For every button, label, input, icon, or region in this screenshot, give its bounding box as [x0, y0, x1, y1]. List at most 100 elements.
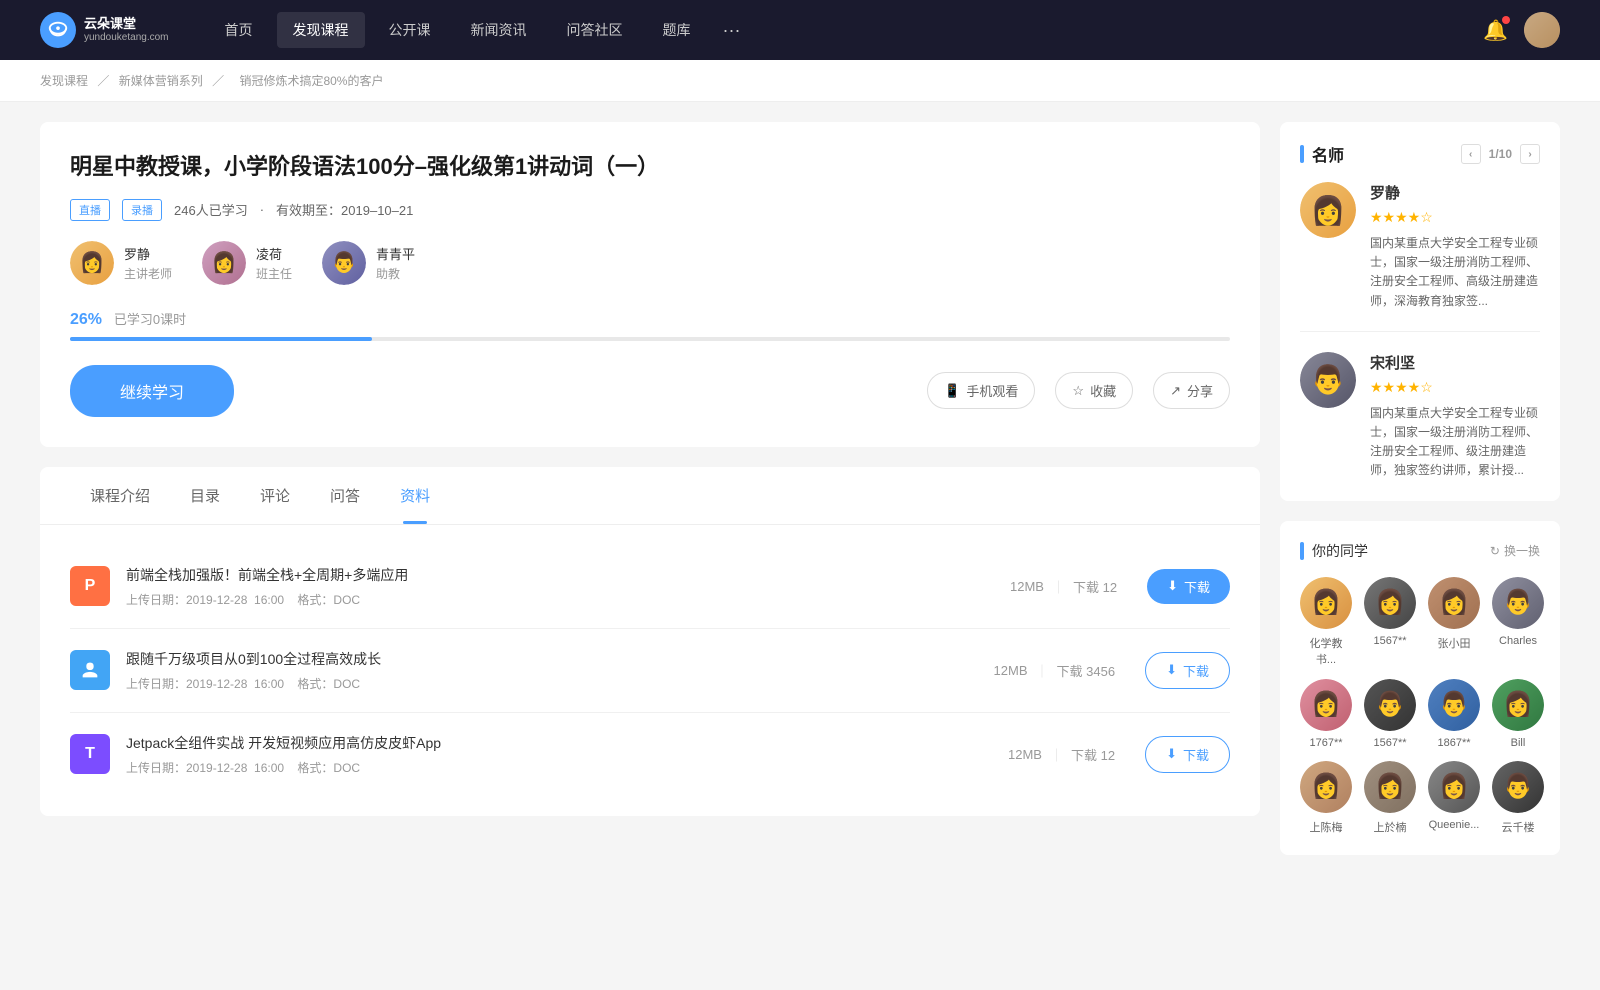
tab-qa[interactable]: 问答 [310, 467, 380, 524]
mobile-icon: 📱 [944, 383, 960, 399]
panel-title-bar [1300, 145, 1304, 163]
resource-stats-2: 12MB ｜ 下载 12 [1008, 745, 1115, 764]
panel-label-students: 你的同学 [1312, 541, 1368, 561]
teacher-info-1: 凌荷 班主任 [256, 244, 292, 282]
student-name-8: 上陈梅 [1310, 819, 1343, 835]
user-avatar[interactable] [1524, 12, 1560, 48]
panel-teacher-info-0: 罗静 ★★★★☆ 国内某重点大学安全工程专业硕士，国家一级注册消防工程师、注册安… [1370, 182, 1540, 311]
breadcrumb-link-discover[interactable]: 发现课程 [40, 74, 88, 88]
student-avatar-1: 👩 [1364, 577, 1416, 629]
content-left: 明星中教授课，小学阶段语法100分–强化级第1讲动词（一） 直播 录播 246人… [40, 122, 1260, 875]
teacher-avatar-1: 👩 [202, 241, 246, 285]
download-icon-0: ⬇ [1167, 578, 1178, 594]
tab-comment[interactable]: 评论 [240, 467, 310, 524]
tab-resources[interactable]: 资料 [380, 467, 450, 524]
resource-info-0: 前端全栈加强版！前端全栈+全周期+多端应用 上传日期：2019-12-28 16… [126, 565, 980, 608]
teacher-name-1: 凌荷 [256, 244, 292, 263]
pagination-next[interactable]: › [1520, 144, 1540, 164]
nav-more[interactable]: ··· [715, 12, 749, 49]
teacher-name-0: 罗静 [124, 244, 172, 263]
action-buttons: 📱 手机观看 ☆ 收藏 ↗ 分享 [927, 372, 1230, 409]
collect-button[interactable]: ☆ 收藏 [1055, 372, 1133, 409]
teacher-info-0: 罗静 主讲老师 [124, 244, 172, 282]
download-button-2[interactable]: ⬇ 下载 [1145, 736, 1230, 773]
student-avatar-3: 👨 [1492, 577, 1544, 629]
student-11: 👨 云千楼 [1492, 761, 1544, 835]
breadcrumb-current: 销冠修炼术搞定80%的客户 [239, 74, 383, 88]
header-left: 云朵课堂 yundouketang.com 首页 发现课程 公开课 新闻资讯 问… [40, 12, 749, 49]
student-avatar-10: 👩 [1428, 761, 1480, 813]
download-button-1[interactable]: ⬇ 下载 [1145, 652, 1230, 689]
course-valid: 有效期至：2019–10–21 [276, 200, 413, 219]
logo-text: 云朵课堂 yundouketang.com [84, 16, 169, 44]
panel-teacher-info-1: 宋利坚 ★★★★☆ 国内某重点大学安全工程专业硕士，国家一级注册消防工程师、注册… [1370, 352, 1540, 481]
student-1: 👩 1567** [1364, 577, 1416, 667]
panel-title-teachers: 名师 ‹ 1/10 › [1300, 142, 1540, 166]
student-4: 👩 1767** [1300, 679, 1352, 749]
nav-discover[interactable]: 发现课程 [277, 12, 365, 48]
student-name-3: Charles [1499, 635, 1537, 647]
tab-intro[interactable]: 课程介绍 [70, 467, 170, 524]
logo[interactable]: 云朵课堂 yundouketang.com [40, 12, 169, 48]
resource-stats-1: 12MB ｜ 下载 3456 [994, 661, 1116, 680]
student-3: 👨 Charles [1492, 577, 1544, 667]
refresh-students-button[interactable]: ↻ 换一换 [1490, 542, 1540, 559]
teacher-role-1: 班主任 [256, 265, 292, 282]
course-actions: 继续学习 📱 手机观看 ☆ 收藏 ↗ 分享 [70, 365, 1230, 417]
student-6: 👨 1867** [1428, 679, 1480, 749]
student-name-11: 云千楼 [1502, 819, 1535, 835]
tabs-card: 课程介绍 目录 评论 问答 资料 P 前端全栈加强版！前端全栈+全周期+多端应用… [40, 467, 1260, 816]
badge-live: 直播 [70, 199, 110, 221]
bell-icon[interactable]: 🔔 [1483, 18, 1508, 43]
students-grid: 👩 化学教书... 👩 1567** 👩 张小田 [1300, 577, 1540, 835]
student-avatar-7: 👩 [1492, 679, 1544, 731]
resource-downloads-1: 下载 3456 [1057, 661, 1116, 680]
student-0: 👩 化学教书... [1300, 577, 1352, 667]
tab-catalog[interactable]: 目录 [170, 467, 240, 524]
breadcrumb: 发现课程 ／ 新媒体营销系列 ／ 销冠修炼术搞定80%的客户 [0, 60, 1600, 102]
student-10: 👩 Queenie... [1428, 761, 1480, 835]
student-avatar-2: 👩 [1428, 577, 1480, 629]
panel-teacher-name-0: 罗静 [1370, 182, 1540, 203]
share-button[interactable]: ↗ 分享 [1153, 372, 1230, 409]
student-2: 👩 张小田 [1428, 577, 1480, 667]
nav-qa[interactable]: 问答社区 [551, 12, 639, 48]
nav-open[interactable]: 公开课 [373, 12, 447, 48]
resource-icon-0: P [70, 566, 110, 606]
resource-size-2: 12MB [1008, 747, 1042, 762]
resource-info-1: 跟随千万级项目从0到100全过程高效成长 上传日期：2019-12-28 16:… [126, 649, 964, 692]
progress-pct: 26% [70, 311, 102, 328]
nav-news[interactable]: 新闻资讯 [455, 12, 543, 48]
continue-button[interactable]: 继续学习 [70, 365, 234, 417]
tab-content-resources: P 前端全栈加强版！前端全栈+全周期+多端应用 上传日期：2019-12-28 … [40, 525, 1260, 816]
resource-title-1: 跟随千万级项目从0到100全过程高效成长 [126, 649, 964, 669]
student-name-9: 上於楠 [1374, 819, 1407, 835]
teacher-name-2: 青青平 [376, 244, 415, 263]
resource-title-2: Jetpack全组件实战 开发短视频应用高仿皮皮虾App [126, 733, 978, 753]
pagination-prev[interactable]: ‹ [1461, 144, 1481, 164]
panel-teacher-stars-0: ★★★★☆ [1370, 209, 1540, 226]
download-button-0[interactable]: ⬇ 下载 [1147, 569, 1230, 604]
pagination-current: 1/10 [1489, 147, 1512, 161]
student-avatar-0: 👩 [1300, 577, 1352, 629]
student-name-7: Bill [1511, 737, 1526, 749]
download-icon-1: ⬇ [1166, 662, 1177, 678]
breadcrumb-link-series[interactable]: 新媒体营销系列 [119, 74, 203, 88]
teacher-role-0: 主讲老师 [124, 265, 172, 282]
share-icon: ↗ [1170, 383, 1181, 399]
resource-title-0: 前端全栈加强版！前端全栈+全周期+多端应用 [126, 565, 980, 585]
progress-bar-bg [70, 337, 1230, 341]
course-students: 246人已学习 [174, 200, 248, 219]
main-layout: 明星中教授课，小学阶段语法100分–强化级第1讲动词（一） 直播 录播 246人… [0, 102, 1600, 895]
resource-meta-1: 上传日期：2019-12-28 16:00 格式：DOC [126, 675, 964, 692]
teacher-2: 👨 青青平 助教 [322, 241, 415, 285]
mobile-view-button[interactable]: 📱 手机观看 [927, 372, 1035, 409]
nav-home[interactable]: 首页 [209, 12, 269, 48]
resource-meta-2: 上传日期：2019-12-28 16:00 格式：DOC [126, 759, 978, 776]
nav-quiz[interactable]: 题库 [647, 12, 707, 48]
teacher-info-2: 青青平 助教 [376, 244, 415, 282]
badge-record: 录播 [122, 199, 162, 221]
teacher-role-2: 助教 [376, 265, 415, 282]
logo-icon [40, 12, 76, 48]
resource-item-2: T Jetpack全组件实战 开发短视频应用高仿皮皮虾App 上传日期：2019… [70, 713, 1230, 796]
